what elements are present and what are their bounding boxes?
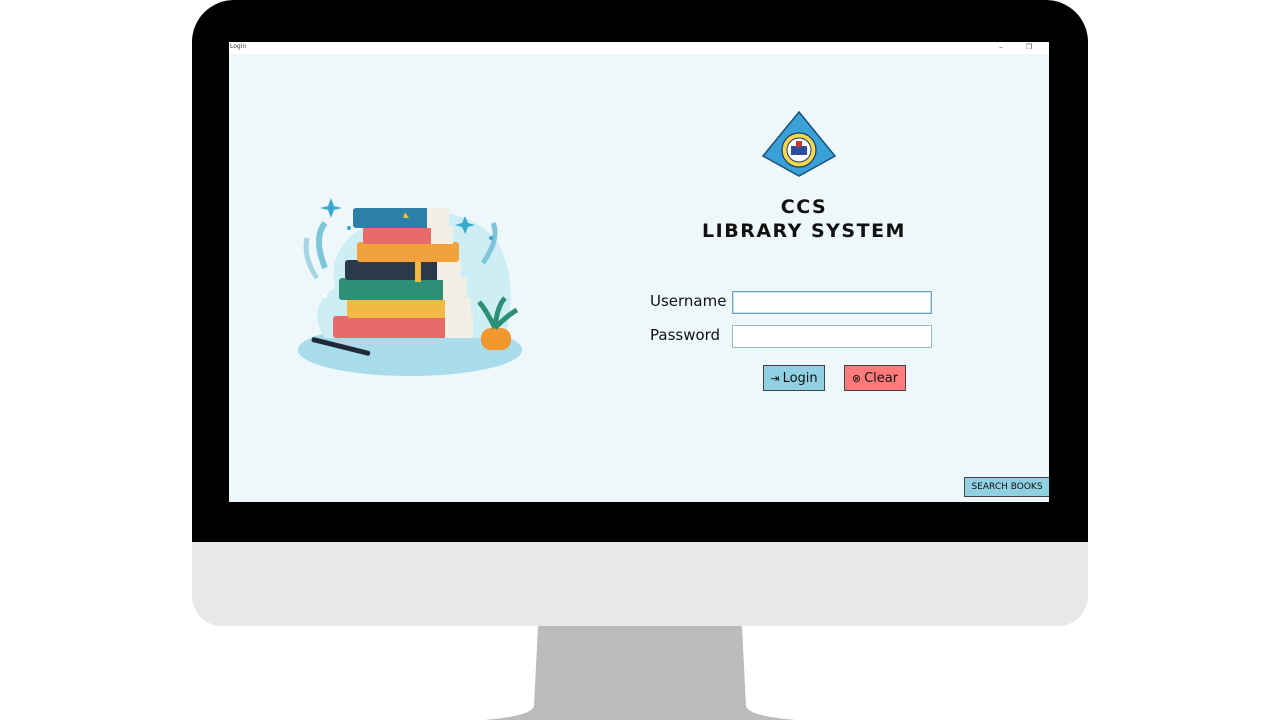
books-illustration <box>298 198 522 376</box>
window-titlebar: Login – ❐ <box>229 42 1049 54</box>
app-window: Login – ❐ CCS LIBRARY SYSTEM Username Pa… <box>229 42 1049 502</box>
search-books-label: SEARCH BOOKS <box>971 482 1043 492</box>
username-label: Username <box>650 292 727 310</box>
login-button[interactable]: ⇥ Login <box>763 365 825 391</box>
circle-x-icon: ⊗ <box>851 371 862 385</box>
username-input[interactable] <box>732 291 932 314</box>
monitor-stand <box>484 626 796 720</box>
password-input[interactable] <box>732 325 932 348</box>
college-logo <box>761 110 837 177</box>
monitor-chin <box>192 542 1088 626</box>
search-books-button[interactable]: SEARCH BOOKS <box>964 477 1049 497</box>
restore-icon[interactable]: ❐ <box>1026 42 1032 52</box>
minimize-icon[interactable]: – <box>999 42 1003 52</box>
password-label: Password <box>650 326 721 344</box>
clear-button[interactable]: ⊗ Clear <box>844 365 906 391</box>
app-title: CCS LIBRARY SYSTEM <box>669 195 939 243</box>
window-title: Login <box>230 43 247 50</box>
app-title-line1: CCS <box>780 196 828 218</box>
clear-button-label: Clear <box>864 370 899 386</box>
login-arrow-icon: ⇥ <box>770 371 780 385</box>
app-title-line2: LIBRARY SYSTEM <box>702 220 906 242</box>
login-button-label: Login <box>782 370 818 386</box>
